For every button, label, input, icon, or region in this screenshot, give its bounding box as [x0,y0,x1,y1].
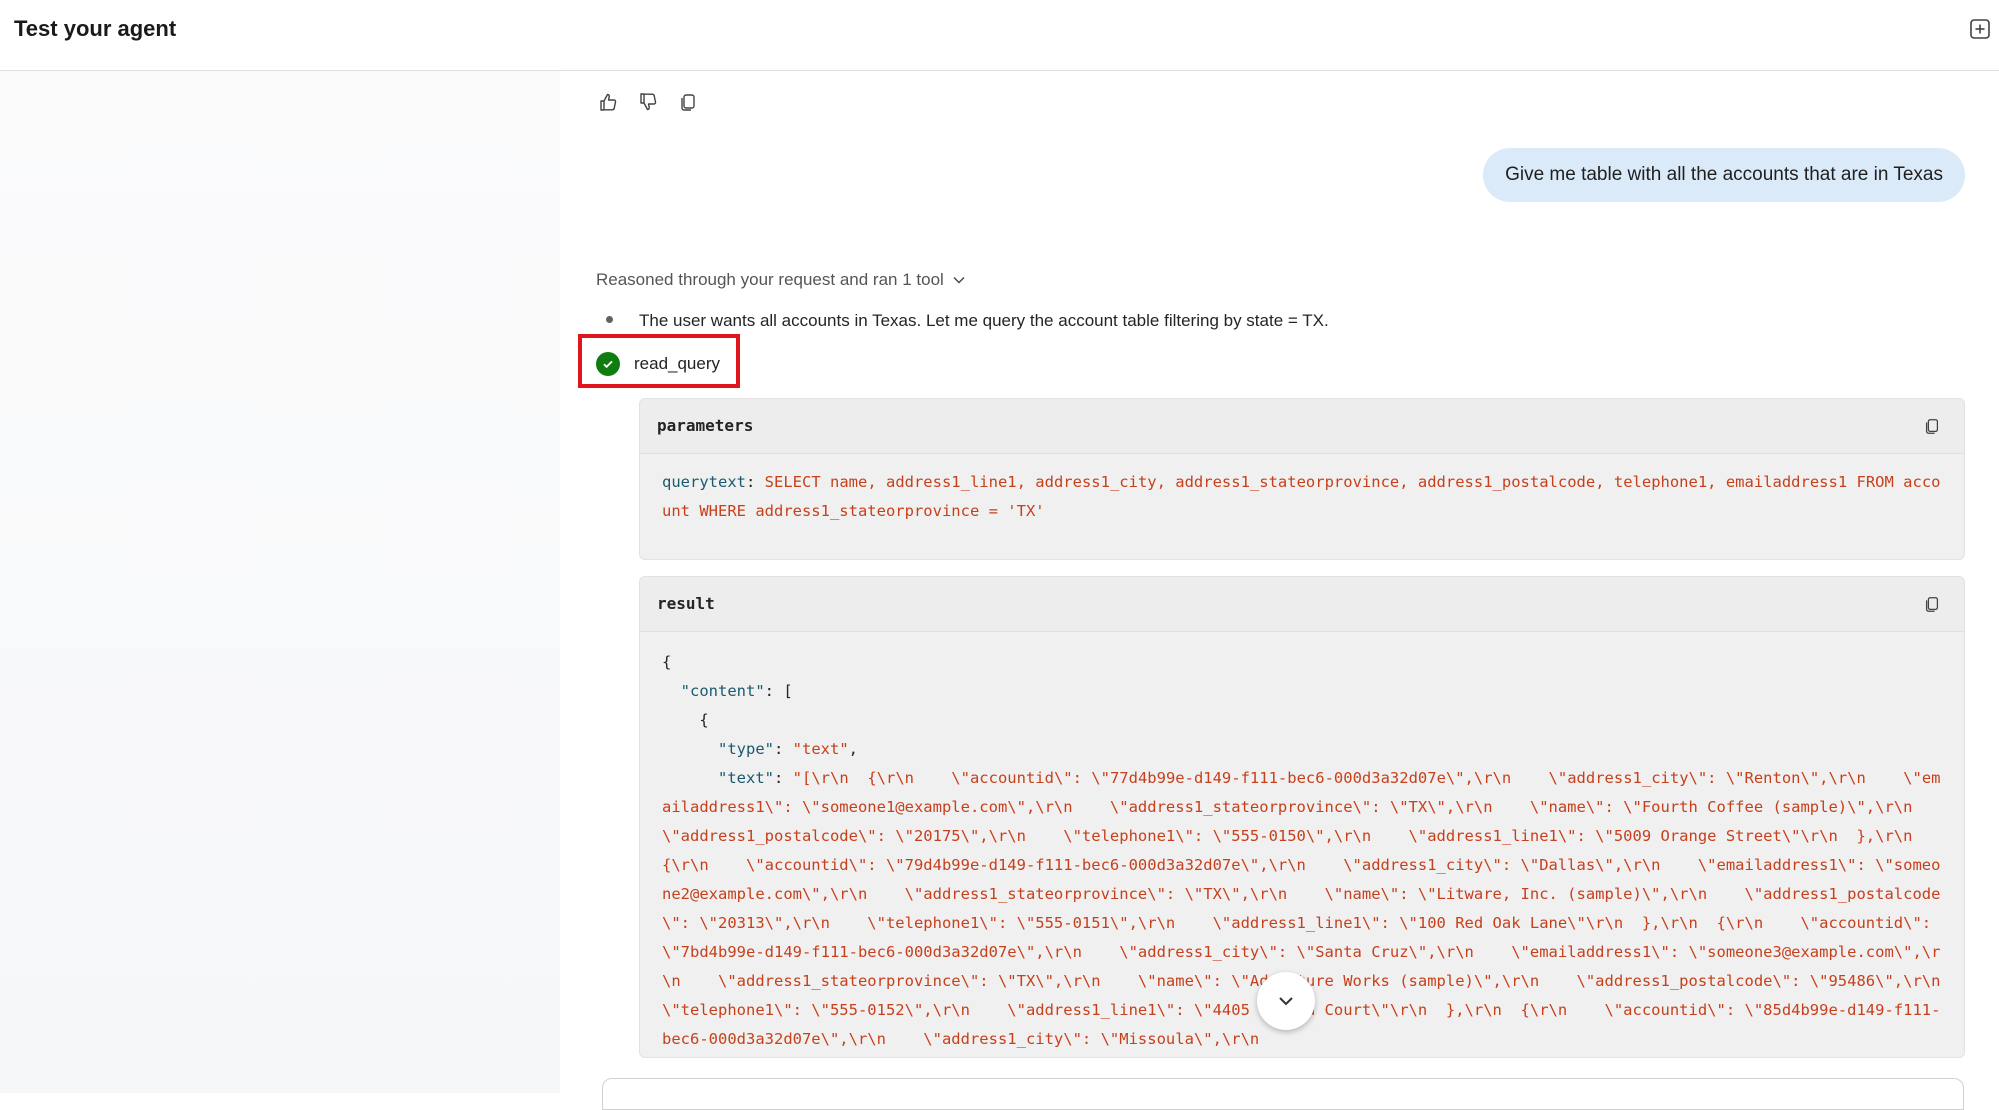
json-open-brace: { [662,653,672,671]
thumbs-down-icon [640,93,657,111]
json-text-key: "text" [718,769,774,787]
page-title: Test your agent [14,16,177,41]
copy-parameters-button[interactable] [1922,416,1942,436]
copy-icon [1925,419,1939,434]
chevron-down-icon [1279,997,1293,1006]
add-square-icon [1970,19,1990,39]
chat-input-box[interactable] [602,1078,1964,1110]
tool-name: read_query [634,354,721,373]
result-header: result [640,577,1964,632]
message-actions [596,90,700,114]
reasoning-summary: Reasoned through your request and ran 1 … [596,270,944,289]
parameters-header: parameters [640,399,1964,454]
side-background [0,71,560,1093]
parameters-panel: parameters querytext: SELECT name, addre… [639,398,1965,560]
param-key: querytext [662,473,746,491]
tool-call-read-query[interactable]: read_query [596,352,720,376]
result-label: result [657,594,715,613]
thumbs-up-icon [600,93,617,111]
copy-icon [681,94,695,111]
thumbs-up-button[interactable] [596,90,620,114]
json-type-key: "type" [718,740,774,758]
reasoning-bullet [606,316,613,323]
json-object-open: { [699,711,709,729]
new-chat-button[interactable] [1967,16,1993,42]
success-check-icon [596,352,620,376]
json-content-key: "content" [680,682,765,700]
json-type-value: "text" [792,740,849,758]
json-content-open: : [ [764,682,793,700]
reasoning-toggle[interactable]: Reasoned through your request and ran 1 … [596,270,966,290]
user-message-bubble: Give me table with all the accounts that… [1483,148,1965,202]
reasoning-step: The user wants all accounts in Texas. Le… [639,311,1329,330]
copy-icon [1925,597,1939,612]
param-value: SELECT name, address1_line1, address1_ci… [662,473,1941,520]
chevron-down-icon [953,277,965,284]
copy-result-button[interactable] [1922,594,1942,614]
header: Test your agent [0,0,1999,71]
parameters-label: parameters [657,416,754,435]
thumbs-down-button[interactable] [636,90,660,114]
scroll-to-bottom-button[interactable] [1257,972,1315,1030]
copy-message-button[interactable] [676,90,700,114]
parameters-code: querytext: SELECT name, address1_line1, … [662,473,1941,520]
